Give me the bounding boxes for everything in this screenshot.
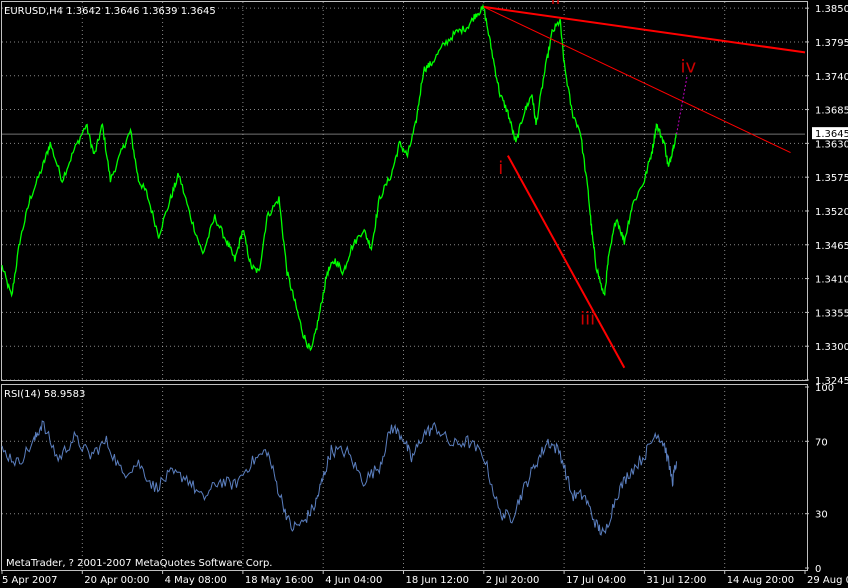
- time-tick-label: 4 Jun 04:00: [325, 575, 382, 586]
- price-tick-label: 1.3795: [815, 38, 848, 49]
- time-tick-label: 20 Apr 00:00: [84, 575, 149, 586]
- time-tick-label: 18 Jun 12:00: [406, 575, 470, 586]
- wave-label-i: i: [498, 158, 503, 179]
- chart-background: [0, 0, 848, 588]
- time-tick-label: 2 Jul 20:00: [486, 575, 540, 586]
- time-tick-label: 4 May 08:00: [165, 575, 227, 586]
- rsi-tick-label: 100: [815, 383, 834, 394]
- copyright-text: MetaTrader, ? 2001-2007 MetaQuotes Softw…: [6, 558, 272, 569]
- price-tick-label: 1.3685: [815, 106, 848, 117]
- current-price-label: 1.3645: [815, 129, 848, 140]
- price-tick-label: 1.3410: [815, 275, 848, 286]
- metatrader-chart[interactable]: 1.3850 1.3795 1.3740 1.3685 1.3630 1.3575 1.35…: [0, 0, 848, 588]
- rsi-header: RSI(14) 58.9583: [4, 389, 85, 400]
- price-tick-label: 1.3575: [815, 173, 848, 184]
- time-tick-label: 14 Aug 20:00: [727, 575, 794, 586]
- price-tick-label: 1.3630: [815, 139, 848, 150]
- price-tick-label: 1.3520: [815, 207, 848, 218]
- price-tick-label: 1.3355: [815, 308, 848, 319]
- wave-label-iv: iv: [681, 57, 697, 78]
- price-tick-label: 1.3300: [815, 342, 848, 353]
- price-tick-label: 1.3850: [815, 4, 848, 15]
- time-tick-label: 29 Aug 04:00: [807, 575, 848, 586]
- rsi-tick-label: 30: [815, 510, 828, 521]
- current-price-marker: 1.3645: [812, 127, 848, 140]
- wave-label-ii: ii: [550, 0, 560, 9]
- price-tick-label: 1.3465: [815, 241, 848, 252]
- time-tick-label: 18 May 16:00: [245, 575, 314, 586]
- time-tick-label: 5 Apr 2007: [2, 575, 57, 586]
- rsi-tick-label: 70: [815, 437, 828, 448]
- rsi-tick-label: 0: [815, 564, 821, 575]
- time-tick-label: 17 Jul 04:00: [566, 575, 626, 586]
- time-tick-label: 31 Jul 12:00: [646, 575, 706, 586]
- price-tick-label: 1.3740: [815, 72, 848, 83]
- symbol-header: EURUSD,H4 1.3642 1.3646 1.3639 1.3645: [4, 6, 216, 17]
- wave-label-iii: iii: [580, 309, 595, 330]
